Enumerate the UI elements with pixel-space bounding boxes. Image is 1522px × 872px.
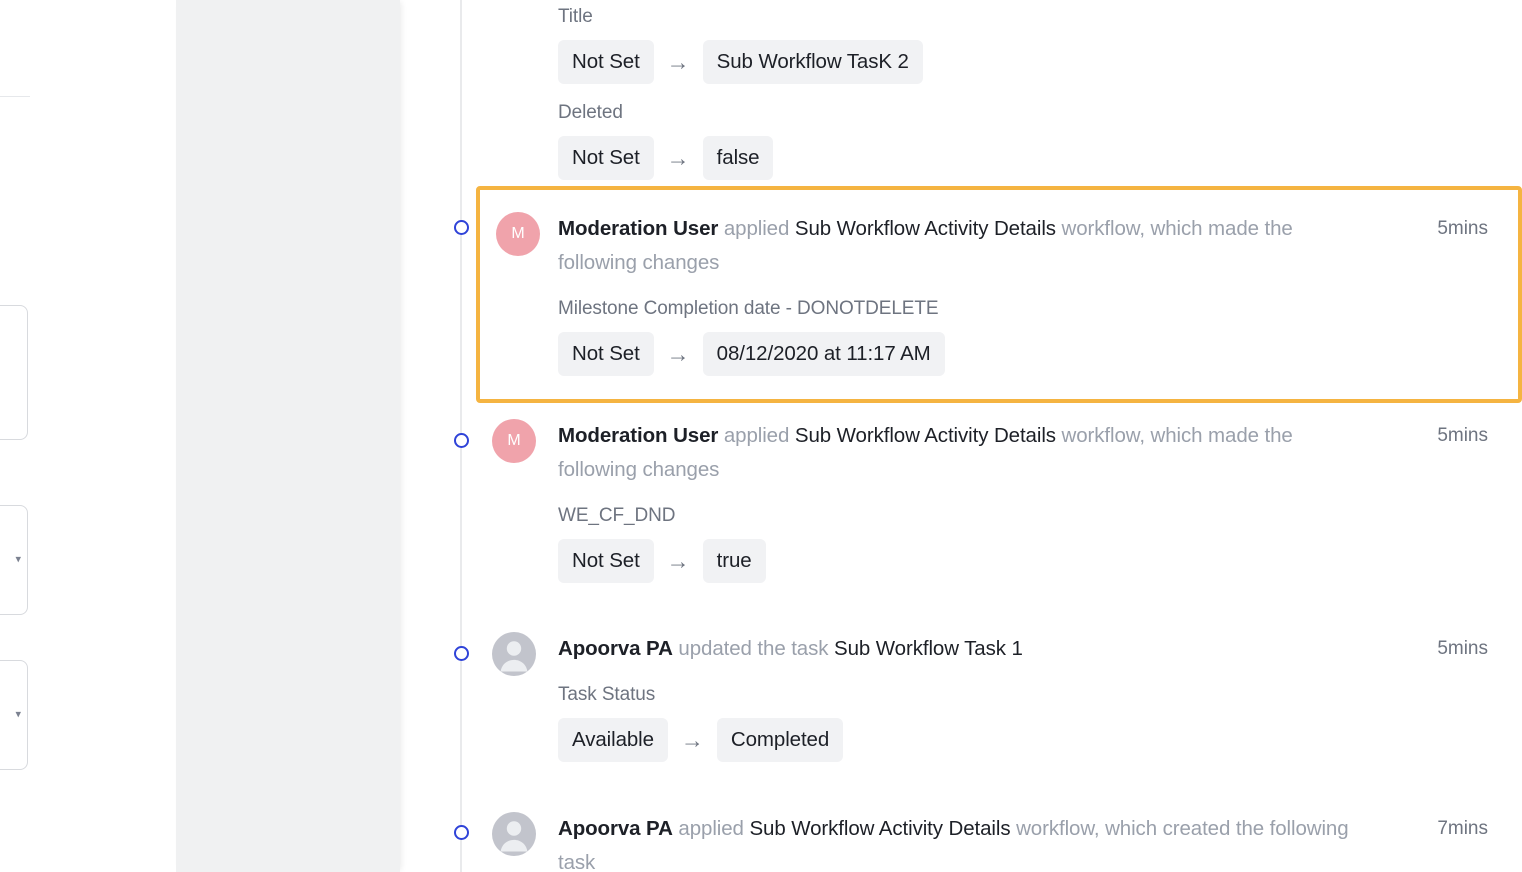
edge-card-3[interactable]: ▾	[0, 660, 28, 770]
actor-name: Moderation User	[558, 424, 719, 447]
activity-entry[interactable]: Apoorva PA updated the task Sub Workflow…	[476, 632, 1522, 762]
new-value-chip: true	[702, 539, 766, 583]
field-label: Title	[558, 6, 593, 27]
edge-card-1[interactable]	[0, 305, 28, 440]
field-label: WE_CF_DND	[558, 505, 676, 526]
activity-headline: Apoorva PA updated the task Sub Workflow…	[558, 632, 1328, 666]
activity-entity: Sub Workflow Activity Details	[749, 817, 1011, 840]
timeline-marker[interactable]	[454, 646, 469, 661]
avatar	[492, 632, 536, 676]
timestamp: 7mins	[1437, 818, 1488, 839]
activity-entry-highlighted[interactable]: M Moderation User applied Sub Workflow A…	[476, 186, 1522, 403]
timestamp: 5mins	[1437, 425, 1488, 446]
person-icon	[500, 641, 528, 672]
avatar: M	[496, 212, 540, 256]
field-label: Task Status	[558, 684, 656, 705]
activity-entry-partial-bottom[interactable]: Apoorva PA applied Sub Workflow Activity…	[476, 812, 1522, 872]
side-panel	[176, 0, 400, 872]
activity-verb: applied	[723, 217, 790, 240]
field-label: Milestone Completion date - DONOTDELETE	[558, 298, 939, 319]
change-row: Not Set → 08/12/2020 at 11:17 AM	[558, 332, 1518, 376]
change-row: Not Set → true	[558, 539, 1522, 583]
avatar-initial: M	[507, 432, 521, 449]
new-value-chip: Sub Workflow TasK 2	[702, 40, 923, 84]
arrow-right-icon: →	[666, 145, 690, 171]
activity-entity: Sub Workflow Activity Details	[794, 217, 1056, 240]
timestamp: 5mins	[1437, 638, 1488, 659]
timeline-marker[interactable]	[454, 825, 469, 840]
activity-headline: Moderation User applied Sub Workflow Act…	[558, 212, 1328, 280]
chevron-down-icon: ▾	[15, 708, 21, 721]
avatar-initial: M	[511, 225, 525, 242]
change-row: Not Set → Sub Workflow TasK 2	[558, 40, 1522, 84]
timeline-marker[interactable]	[454, 220, 469, 235]
arrow-right-icon: →	[666, 341, 690, 367]
edge-card-2[interactable]: ▾	[0, 505, 28, 615]
timeline-marker[interactable]	[454, 433, 469, 448]
old-value-chip: Available	[558, 718, 668, 762]
change-row: Available → Completed	[558, 718, 1522, 762]
avatar: M	[492, 419, 536, 463]
activity-verb: applied	[723, 424, 790, 447]
person-icon	[500, 821, 528, 852]
field-label: Deleted	[558, 102, 623, 123]
old-value-chip: Not Set	[558, 40, 654, 84]
old-value-chip: Not Set	[558, 539, 654, 583]
activity-entity: Sub Workflow Task 1	[834, 637, 1023, 660]
actor-name: Apoorva PA	[558, 817, 673, 840]
activity-verb: updated the task	[678, 637, 829, 660]
arrow-right-icon: →	[680, 727, 704, 753]
change-row: Not Set → false	[558, 136, 1522, 180]
arrow-right-icon: →	[666, 49, 690, 75]
new-value-chip: false	[702, 136, 774, 180]
activity-feed: Title Not Set → Sub Workflow TasK 2 Dele…	[476, 0, 1522, 872]
activity-entry-partial-top: Title Not Set → Sub Workflow TasK 2 Dele…	[476, 0, 1522, 180]
activity-headline: Moderation User applied Sub Workflow Act…	[558, 419, 1328, 487]
actor-name: Apoorva PA	[558, 637, 673, 660]
new-value-chip: Completed	[716, 718, 844, 762]
old-value-chip: Not Set	[558, 136, 654, 180]
left-offscreen-column: ▾ ▾	[0, 0, 176, 872]
activity-verb: applied	[678, 817, 744, 840]
old-value-chip: Not Set	[558, 332, 654, 376]
actor-name: Moderation User	[558, 217, 719, 240]
activity-entry[interactable]: M Moderation User applied Sub Workflow A…	[476, 419, 1522, 583]
activity-timeline-screen: ▾ ▾ Title Not Set → Sub Workflow TasK 2 …	[0, 0, 1522, 872]
chevron-down-icon: ▾	[15, 553, 21, 566]
timestamp: 5mins	[1437, 218, 1488, 239]
avatar	[492, 812, 536, 856]
new-value-chip: 08/12/2020 at 11:17 AM	[702, 332, 945, 376]
activity-headline: Apoorva PA applied Sub Workflow Activity…	[558, 812, 1378, 872]
activity-entity: Sub Workflow Activity Details	[794, 424, 1056, 447]
divider	[0, 96, 30, 97]
arrow-right-icon: →	[666, 548, 690, 574]
